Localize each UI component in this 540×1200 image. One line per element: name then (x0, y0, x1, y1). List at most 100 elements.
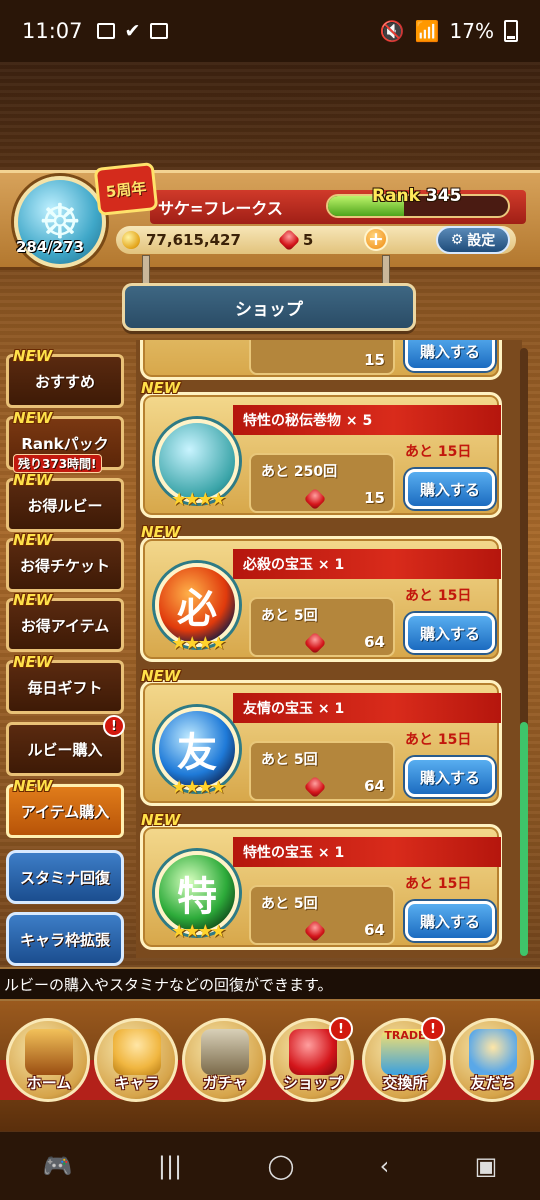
menu-item-label: キャラ枠拡張 (19, 930, 110, 949)
buy-button[interactable]: 購入する (405, 901, 495, 941)
menu-item-label: お得アイテム (20, 616, 110, 635)
nav-home[interactable]: ホーム (6, 1018, 90, 1102)
buy-button[interactable]: 購入する (405, 757, 495, 797)
trade-badge: TRADE (384, 1029, 426, 1042)
stock-text: あと 5回 (261, 752, 318, 768)
rarity-stars: ★★★★ (171, 777, 227, 798)
menu-item-buy-ruby[interactable]: ルビー購入 ! (6, 715, 125, 776)
menu-item-expand-slots[interactable]: キャラ枠拡張 (6, 912, 124, 966)
rank-label: Rank (372, 186, 420, 206)
stock-box: あと 5回 64 (249, 741, 395, 801)
nav-label: ショップ (282, 1074, 343, 1092)
back-icon[interactable]: ‹ (380, 1152, 390, 1180)
recents-icon[interactable]: ||| (158, 1152, 182, 1180)
status-bar: 11:07 ✔ 🔇 📶 17% (0, 0, 540, 62)
rarity-stars: ★★★★ (171, 489, 227, 510)
settings-button[interactable]: ⚙ 設定 (436, 226, 510, 254)
stock-text: あと 250回 (261, 464, 338, 480)
ruby-icon (303, 919, 327, 943)
nav-friends[interactable]: 友だち (450, 1018, 534, 1102)
menu-item-label: おすすめ (34, 372, 95, 391)
settings-label: 設定 (467, 233, 496, 249)
system-nav-bar: 🎮 ||| ◯ ‹ ▣ (0, 1132, 540, 1200)
days-left: あと 15日 (405, 876, 472, 892)
check-icon: ✔ (124, 20, 141, 42)
stock-box: あと 5回 64 (249, 885, 395, 945)
ruby-icon (289, 1029, 337, 1075)
nav-character[interactable]: キャラ (94, 1018, 178, 1102)
character-icon (113, 1029, 161, 1075)
price-text: 15 (364, 351, 385, 369)
gear-icon: ⚙ (450, 232, 464, 248)
stock-text: あと 5回 (261, 896, 318, 912)
product-title: 特性の宝玉 × 1 (243, 845, 345, 861)
new-tag: NEW (141, 379, 181, 397)
rank-display: Rank 345 (372, 186, 461, 206)
price-text: 64 (364, 777, 385, 795)
home-icon[interactable]: ◯ (267, 1152, 294, 1180)
product-card: NEW 特性の宝玉 × 1 特 ★★★★ あと 5回 64 あと 15日 購入す… (140, 811, 502, 950)
menu-item-buy-item[interactable]: NEW アイテム購入 (6, 777, 124, 838)
product-title: 友情の宝玉 × 1 (243, 701, 345, 717)
alert-badge: ! (329, 1017, 353, 1041)
player-name: サケ=フレークス (158, 199, 283, 218)
anniversary-badge: 5周年 (93, 161, 159, 217)
product-card: NEW 友情の宝玉 × 1 友 ★★★★ あと 5回 64 あと 15日 購入す… (140, 667, 502, 806)
new-tag: NEW (13, 591, 53, 609)
nav-gacha[interactable]: ガチャ (182, 1018, 266, 1102)
status-time: 11:07 (22, 19, 83, 43)
gacha-icon (201, 1029, 249, 1075)
price-text: 64 (364, 921, 385, 939)
new-tag: NEW (13, 531, 53, 549)
new-tag: NEW (141, 523, 181, 541)
menu-item-daily-gift[interactable]: NEW 毎日ギフト (6, 653, 124, 714)
gold-amount: 77,615,427 (146, 231, 241, 249)
new-tag: NEW (13, 471, 53, 489)
add-ruby-button[interactable]: + (364, 227, 388, 251)
rarity-stars: ★★★★ (171, 633, 227, 654)
wifi-icon: 📶 (414, 19, 440, 43)
ship-icon (25, 1029, 73, 1075)
menu-item-rank-pack[interactable]: NEW Rankパック 残り373時間! (6, 409, 124, 473)
image-icon (150, 23, 169, 39)
rarity-stars: ★★★★ (171, 921, 227, 942)
scrollbar-thumb[interactable] (520, 722, 528, 956)
menu-item-label: 毎日ギフト (27, 678, 103, 697)
new-tag: NEW (13, 777, 53, 795)
product-list[interactable]: 15 購入する NEW 特性の秘伝巻物 × 5 ★★★★ あと 250回 15 … (136, 340, 522, 958)
ruby-icon (277, 228, 301, 252)
new-tag: NEW (141, 667, 181, 685)
menu-item-label: お得ルビー (27, 496, 103, 515)
menu-item-value-item[interactable]: NEW お得アイテム (6, 591, 124, 652)
nav-label: ガチャ (202, 1074, 248, 1092)
new-tag: NEW (13, 653, 53, 671)
menu-item-label: スタミナ回復 (19, 868, 110, 887)
menu-item-value-ruby[interactable]: NEW お得ルビー (6, 471, 124, 532)
days-left: あと 15日 (405, 588, 472, 604)
menu-item-value-ticket[interactable]: NEW お得チケット (6, 531, 124, 592)
product-card: NEW 特性の秘伝巻物 × 5 ★★★★ あと 250回 15 あと 15日 購… (140, 379, 502, 518)
buy-button[interactable]: 購入する (405, 469, 495, 509)
new-tag: NEW (141, 811, 181, 829)
nav-trade[interactable]: TRADE 交換所 ! (362, 1017, 446, 1102)
menu-item-stamina-recover[interactable]: スタミナ回復 (6, 850, 124, 904)
menu-item-recommended[interactable]: NEW おすすめ (6, 347, 124, 408)
menu-item-label: お得チケット (19, 556, 110, 575)
buy-button[interactable]: 購入する (405, 340, 495, 371)
alert-badge: ! (421, 1017, 445, 1041)
info-ticker: ルビーの購入やスタミナなどの回復ができます。 (0, 967, 540, 1001)
notification-icon (96, 23, 115, 39)
buy-button[interactable]: 購入する (405, 613, 495, 653)
battery-icon (504, 20, 518, 42)
game-launcher-icon[interactable]: 🎮 (43, 1152, 73, 1180)
friends-icon (469, 1029, 517, 1075)
menu-item-label: ルビー購入 (27, 740, 103, 759)
new-tag: NEW (13, 409, 53, 427)
nav-label: ホーム (26, 1074, 72, 1092)
screenshot-icon[interactable]: ▣ (475, 1152, 498, 1180)
ruby-icon (303, 775, 327, 799)
new-tag: NEW (13, 347, 53, 365)
nav-shop[interactable]: ショップ ! (270, 1017, 354, 1102)
product-card-partial: 15 購入する (140, 340, 502, 380)
stock-box: あと 5回 64 (249, 597, 395, 657)
